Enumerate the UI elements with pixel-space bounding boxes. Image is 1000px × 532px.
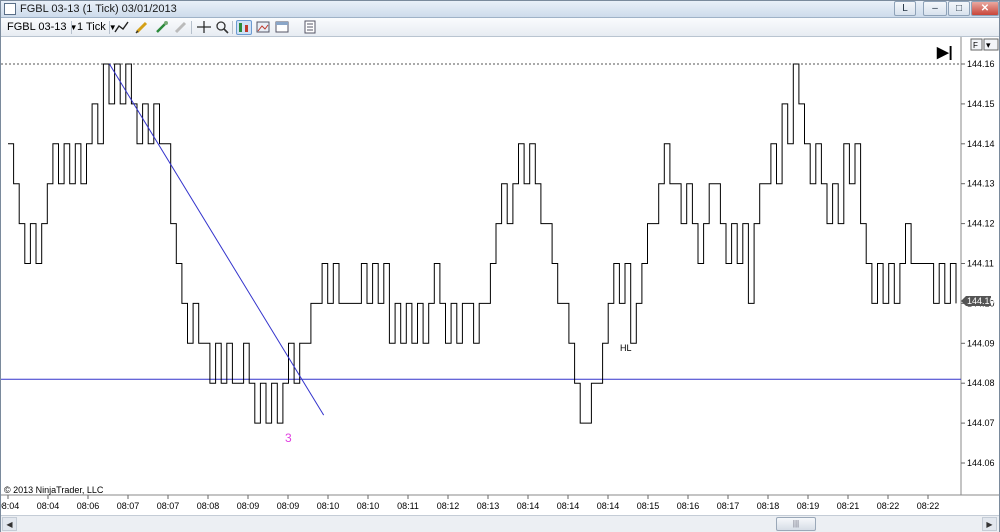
- properties-icon[interactable]: [302, 20, 318, 35]
- maximize-button[interactable]: □: [948, 1, 970, 16]
- instrument-label: FGBL 03-13: [7, 21, 67, 33]
- time-tick-label: 08:08: [197, 501, 220, 511]
- price-tick-label: 144.15: [967, 99, 995, 109]
- last-price-label: 144.10: [967, 296, 995, 306]
- scroll-left-icon[interactable]: ◀: [2, 517, 17, 531]
- draw-line-icon[interactable]: [114, 20, 130, 35]
- pencil-icon[interactable]: [134, 20, 150, 35]
- chevron-down-icon: ▾: [986, 40, 991, 50]
- price-tick-label: 144.11: [967, 259, 994, 269]
- time-tick-label: 08:17: [717, 501, 740, 511]
- time-tick-label: 08:09: [237, 501, 260, 511]
- zoom-icon[interactable]: [214, 20, 230, 35]
- time-tick-label: 08:14: [557, 501, 580, 511]
- time-tick-label: 08:09: [277, 501, 300, 511]
- price-tick-label: 144.13: [967, 179, 995, 189]
- hl-annotation: HL: [620, 343, 632, 353]
- time-tick-label: 08:22: [917, 501, 940, 511]
- price-tick-label: 144.07: [967, 418, 995, 428]
- time-tick-label: 08:11: [397, 501, 419, 511]
- f-button-label: F: [973, 41, 978, 50]
- price-tick-label: 144.06: [967, 458, 995, 468]
- link-button[interactable]: L: [894, 1, 916, 16]
- chart-window: FGBL 03-13 (1 Tick) 03/01/2013 L – □ ✕ F…: [0, 0, 1000, 532]
- chart-window-icon: [4, 3, 16, 15]
- scroll-right-icon[interactable]: ▶: [982, 517, 997, 531]
- time-tick-label: 08:12: [437, 501, 460, 511]
- window-title: FGBL 03-13 (1 Tick) 03/01/2013: [20, 3, 177, 15]
- time-tick-label: 08:07: [157, 501, 180, 511]
- price-tick-label: 144.16: [967, 59, 995, 69]
- toolbar-divider: [232, 21, 233, 34]
- copyright-text: © 2013 NinjaTrader, LLC: [4, 485, 104, 495]
- time-tick-label: 08:07: [117, 501, 140, 511]
- time-tick-label: 08:10: [357, 501, 380, 511]
- time-tick-label: 08:16: [677, 501, 700, 511]
- toolbar-divider: [191, 21, 192, 34]
- time-tick-label: 08:15: [637, 501, 660, 511]
- time-tick-label: 08:10: [317, 501, 340, 511]
- window-icon[interactable]: [274, 20, 290, 35]
- price-tick-label: 144.12: [967, 219, 995, 229]
- price-tick-label: 144.08: [967, 378, 995, 388]
- minimize-button[interactable]: –: [923, 1, 947, 16]
- interval-selector[interactable]: 1 Tick ▼: [77, 20, 117, 35]
- time-tick-label: 08:04: [1, 501, 19, 511]
- horizontal-scrollbar[interactable]: ◀ ||| ▶: [1, 515, 999, 532]
- time-tick-label: 08:06: [77, 501, 100, 511]
- time-tick-label: 08:13: [477, 501, 500, 511]
- close-button[interactable]: ✕: [971, 1, 999, 16]
- time-tick-label: 08:19: [797, 501, 820, 511]
- scrollbar-thumb[interactable]: |||: [776, 517, 816, 531]
- image-icon[interactable]: [255, 20, 271, 35]
- count-annotation: 3: [285, 431, 292, 445]
- price-tick-label: 144.14: [967, 139, 995, 149]
- time-tick-label: 08:14: [517, 501, 540, 511]
- time-tick-label: 08:18: [757, 501, 780, 511]
- time-tick-label: 08:04: [37, 501, 60, 511]
- last-price-badge: 144.10: [961, 296, 995, 306]
- interval-label: 1 Tick: [77, 21, 106, 33]
- chart-toolbar: FGBL 03-13 ▼ 1 Tick ▼: [1, 18, 999, 37]
- price-tick-label: 144.09: [967, 338, 995, 348]
- time-tick-label: 08:22: [877, 501, 900, 511]
- toolbar-divider: [71, 21, 72, 34]
- instrument-selector[interactable]: FGBL 03-13 ▼: [7, 20, 78, 35]
- title-bar[interactable]: FGBL 03-13 (1 Tick) 03/01/2013 L – □ ✕: [1, 1, 999, 18]
- bars-icon[interactable]: [236, 20, 252, 35]
- chart-background: [1, 37, 999, 515]
- eraser-icon[interactable]: [173, 20, 189, 35]
- paint-icon[interactable]: [154, 20, 170, 35]
- time-tick-label: 08:14: [597, 501, 620, 511]
- go-to-end-icon[interactable]: ▶|: [936, 44, 953, 61]
- crosshair-icon[interactable]: [196, 20, 212, 35]
- toolbar-divider: [109, 21, 110, 34]
- price-chart[interactable]: 144.16 144.15 144.14 144.13 144.12 144.11 144.…: [1, 37, 999, 515]
- time-tick-label: 08:21: [837, 501, 860, 511]
